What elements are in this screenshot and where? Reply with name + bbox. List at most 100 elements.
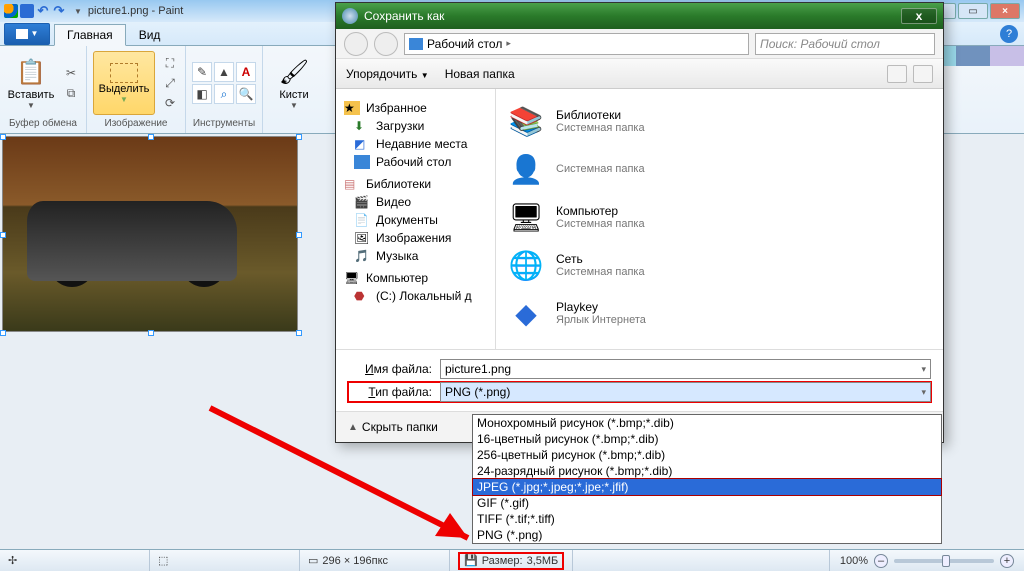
status-filesize: 💾 Размер: 3,5МБ [450,550,573,571]
status-bar: ✢ ⬚ ▭ 296 × 196пкс 💾 Размер: 3,5МБ 100% … [0,549,1024,571]
resize-icon[interactable]: ⤢ [161,74,179,92]
brushes-button[interactable]: 🖌 Кисти ▼ [269,51,319,115]
nav-tree[interactable]: ★Избранное ⬇Загрузки ◩Недавние места Раб… [336,89,496,349]
paste-label: Вставить [8,89,55,101]
zoom-out-button[interactable]: – [874,554,888,568]
resize-handle[interactable] [296,134,302,140]
cut-icon[interactable]: ✂ [62,64,80,82]
resize-handle[interactable] [296,330,302,336]
paint-icon [4,4,18,18]
tree-recent[interactable]: ◩Недавние места [340,135,491,153]
tree-computer[interactable]: 🖥Компьютер [340,269,491,287]
tree-drive-c[interactable]: ⬣(C:) Локальный д [340,287,491,305]
tree-libraries[interactable]: ▤Библиотеки [340,175,491,193]
clipboard-icon: 📋 [15,57,47,89]
filename-input[interactable]: picture1.png▾ [440,359,931,379]
tree-favorites[interactable]: ★Избранное [340,99,491,117]
filetype-option[interactable]: PNG (*.png) [473,527,941,543]
list-item[interactable]: ◆PlaykeyЯрлык Интернета [506,289,933,337]
status-selection: ⬚ [150,550,300,571]
hide-folders-button[interactable]: Скрыть папки [362,420,438,434]
magnifier-icon[interactable]: 🔍 [236,84,256,104]
filetype-select[interactable]: PNG (*.png)▾ [440,382,931,402]
save-icon[interactable] [20,4,34,18]
filetype-option[interactable]: 24-разрядный рисунок (*.bmp;*.dib) [473,463,941,479]
dialog-titlebar[interactable]: Сохранить как x [336,3,943,29]
resize-handle[interactable] [0,134,6,140]
list-item[interactable]: 🖥КомпьютерСистемная папка [506,193,933,241]
zoom-slider[interactable] [894,559,994,563]
file-listing[interactable]: 📚БиблиотекиСистемная папка 👤Системная па… [496,89,943,349]
filetype-option[interactable]: 16-цветный рисунок (*.bmp;*.dib) [473,431,941,447]
search-input[interactable]: Поиск: Рабочий стол [755,33,935,55]
nav-forward-button[interactable] [374,32,398,56]
resize-handle[interactable] [148,134,154,140]
tree-video[interactable]: 🎬Видео [340,193,491,211]
paste-button[interactable]: 📋 Вставить ▼ [6,51,56,115]
list-item[interactable]: 📚БиблиотекиСистемная папка [506,97,933,145]
qat-dropdown-icon[interactable]: ▼ [74,7,82,16]
crop-icon[interactable]: ⛶ [161,54,179,72]
dialog-close-button[interactable]: x [901,8,937,24]
tree-desktop[interactable]: Рабочий стол [340,153,491,171]
help-icon[interactable] [913,65,933,83]
redo-icon[interactable]: ↷ [52,4,66,18]
text-icon[interactable]: A [236,62,256,82]
filetype-option[interactable]: 256-цветный рисунок (*.bmp;*.dib) [473,447,941,463]
list-item[interactable]: 🌐СетьСистемная папка [506,241,933,289]
nav-back-button[interactable] [344,32,368,56]
undo-icon[interactable]: ↶ [36,4,50,18]
filetype-option-selected[interactable]: JPEG (*.jpg;*.jpeg;*.jpe;*.jfif) [472,478,942,496]
filetype-option[interactable]: Монохромный рисунок (*.bmp;*.dib) [473,415,941,431]
organize-button[interactable]: Упорядочить ▼ [346,67,429,81]
group-label-image: Изображение [105,118,168,131]
fill-icon[interactable]: ▲ [214,62,234,82]
help-button[interactable]: ? [1000,25,1018,43]
copy-icon[interactable]: ⧉ [62,84,80,102]
desktop-icon [409,38,423,50]
eraser-icon[interactable]: ◧ [192,84,212,104]
user-icon: 👤 [506,149,546,189]
view-options-button[interactable] [887,65,907,83]
new-folder-button[interactable]: Новая папка [445,67,515,81]
maximize-button[interactable]: ▭ [958,3,988,19]
filetype-label: Тип файла: [348,385,440,399]
status-dimensions: ▭ 296 × 196пкс [300,550,450,571]
tree-documents[interactable]: 📄Документы [340,211,491,229]
select-button[interactable]: Выделить ▼ [93,51,155,115]
tab-home[interactable]: Главная [54,24,126,46]
resize-handle[interactable] [0,330,6,336]
resize-handle[interactable] [0,232,6,238]
zoom-in-button[interactable]: + [1000,554,1014,568]
dialog-toolbar: Упорядочить ▼ Новая папка [336,59,943,89]
resize-handle[interactable] [296,232,302,238]
list-item[interactable]: 👤Системная папка [506,145,933,193]
filename-label: Имя файла: [348,362,440,376]
breadcrumb[interactable]: Рабочий стол ▸ [404,33,749,55]
zoom-value: 100% [840,555,868,567]
computer-icon: 🖥 [506,197,546,237]
resize-handle[interactable] [148,330,154,336]
picker-icon[interactable]: ⌕ [214,84,234,104]
quick-access-toolbar: ↶ ↷ [4,4,66,18]
group-label-tools: Инструменты [193,118,255,131]
brushes-label: Кисти [279,89,308,101]
tree-images[interactable]: 🖼Изображения [340,229,491,247]
tree-downloads[interactable]: ⬇Загрузки [340,117,491,135]
save-as-dialog: Сохранить как x Рабочий стол ▸ Поиск: Ра… [335,2,944,443]
filetype-option[interactable]: TIFF (*.tif;*.tiff) [473,511,941,527]
canvas-image[interactable] [2,136,298,332]
dialog-nav: Рабочий стол ▸ Поиск: Рабочий стол [336,29,943,59]
group-tools: ✎ ▲ A ◧ ⌕ 🔍 Инструменты [186,46,263,133]
filetype-option[interactable]: GIF (*.gif) [473,495,941,511]
tab-view[interactable]: Вид [126,24,174,45]
group-label-clipboard: Буфер обмена [9,118,77,131]
filetype-dropdown[interactable]: Монохромный рисунок (*.bmp;*.dib) 16-цве… [472,414,942,544]
close-button[interactable]: × [990,3,1020,19]
dialog-icon [342,8,358,24]
tree-music[interactable]: 🎵Музыка [340,247,491,265]
file-menu-button[interactable]: ▼ [4,23,50,45]
rotate-icon[interactable]: ⟳ [161,94,179,112]
brush-icon: 🖌 [278,57,310,89]
pencil-icon[interactable]: ✎ [192,62,212,82]
